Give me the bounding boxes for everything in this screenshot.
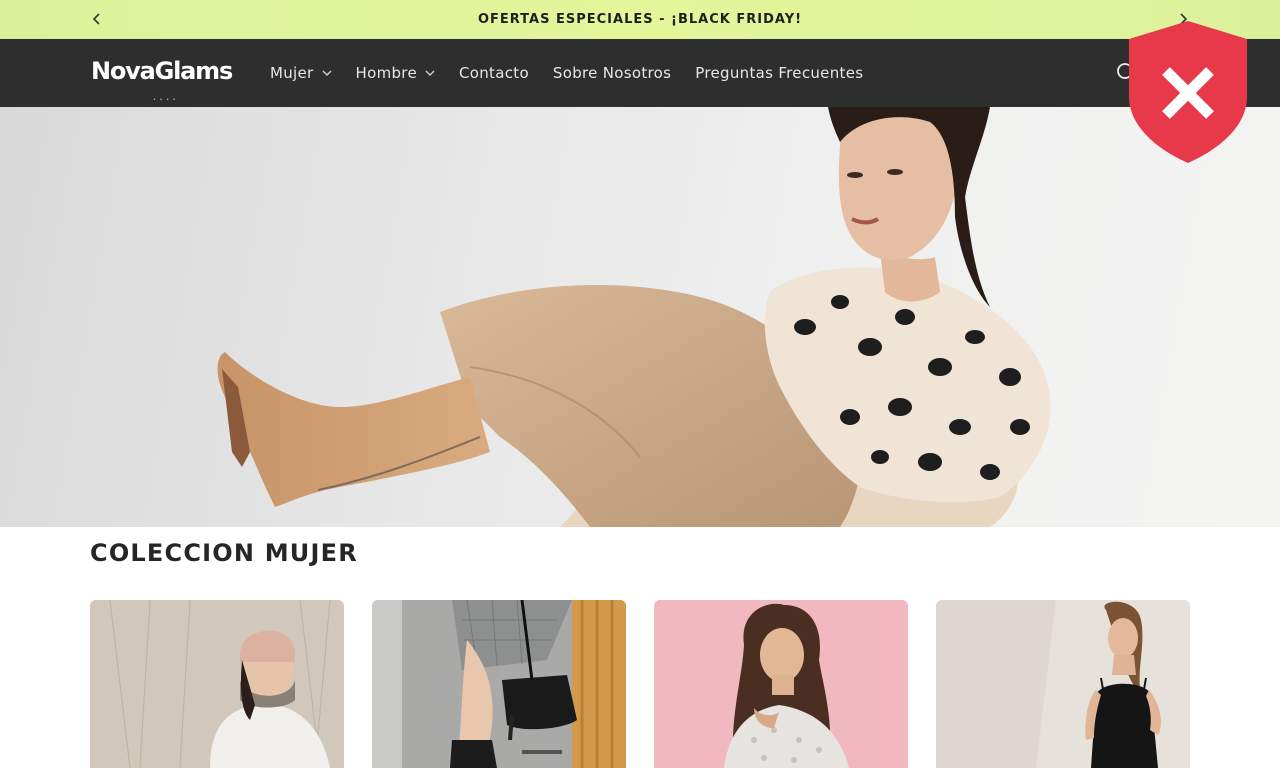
site-header: NovaGlams • • • • Mujer Hombre Contacto … — [0, 39, 1280, 107]
nav-item-label: Sobre Nosotros — [552, 64, 672, 82]
product-image — [936, 600, 1190, 768]
nav-item-contacto[interactable]: Contacto — [459, 64, 529, 82]
shield-x-icon — [1129, 21, 1247, 163]
nav-item-preguntas-frecuentes[interactable]: Preguntas Frecuentes — [695, 64, 863, 82]
product-card[interactable] — [936, 600, 1190, 768]
nav-item-label: Mujer — [270, 64, 314, 82]
nav-item-hombre[interactable]: Hombre — [356, 64, 435, 82]
chevron-down-icon — [322, 70, 332, 77]
chevron-left-icon — [92, 13, 100, 25]
product-card[interactable] — [654, 600, 908, 768]
nav-item-sobre-nosotros[interactable]: Sobre Nosotros — [553, 64, 671, 82]
main-nav: Mujer Hombre Contacto Sobre Nosotros Pre… — [270, 39, 887, 107]
security-badge[interactable] — [1126, 19, 1250, 165]
hero-banner[interactable] — [0, 107, 1280, 527]
announcement-prev-button[interactable] — [88, 10, 106, 28]
nav-item-label: Hombre — [355, 64, 417, 82]
product-card[interactable] — [372, 600, 626, 768]
nav-item-label: Preguntas Frecuentes — [695, 64, 864, 82]
site-logo[interactable]: NovaGlams • • • • — [91, 55, 233, 103]
product-image — [90, 600, 344, 768]
nav-item-mujer[interactable]: Mujer — [270, 64, 332, 82]
nav-item-label: Contacto — [458, 64, 529, 82]
product-image — [654, 600, 908, 768]
logo-text: NovaGlams — [91, 57, 233, 85]
announcement-text: OFERTAS ESPECIALES - ¡BLACK FRIDAY! — [477, 12, 803, 27]
product-image — [372, 600, 626, 768]
announcement-bar: OFERTAS ESPECIALES - ¡BLACK FRIDAY! — [0, 0, 1280, 39]
product-card[interactable] — [90, 600, 344, 768]
collection-title: COLECCION MUJER — [90, 539, 358, 567]
hero-image — [217, 107, 1051, 527]
chevron-down-icon — [425, 70, 435, 77]
